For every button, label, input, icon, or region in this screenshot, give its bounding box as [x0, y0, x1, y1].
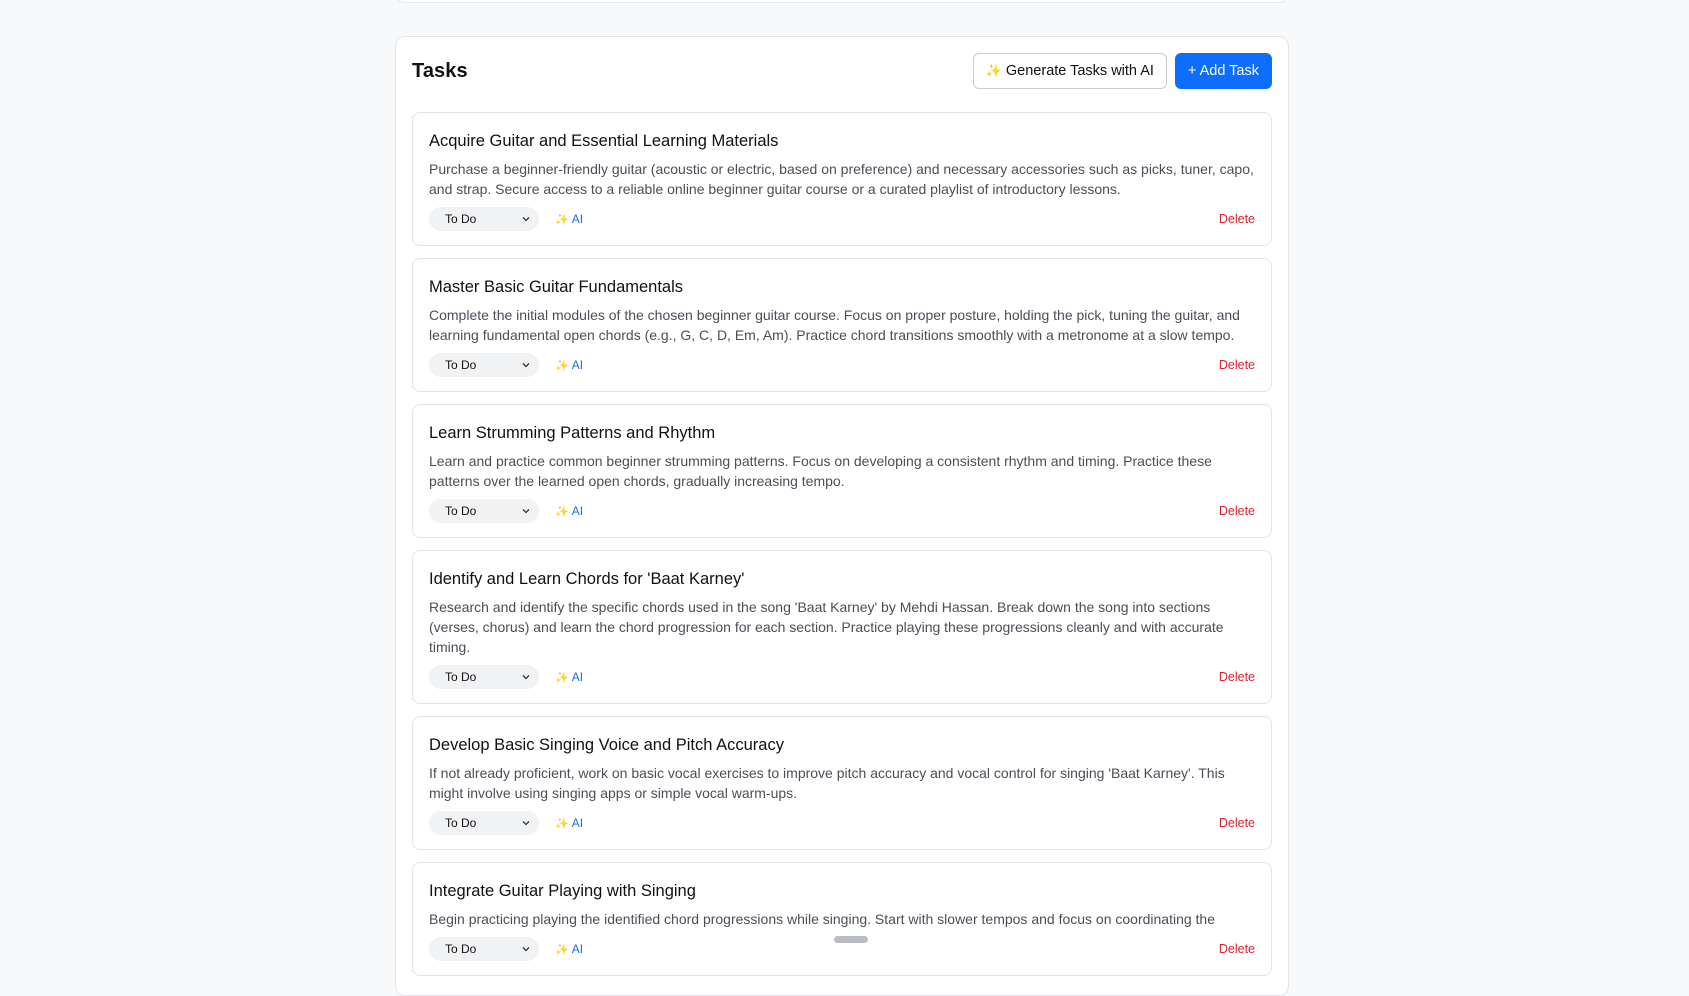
ai-label: AI	[571, 942, 584, 956]
delete-button[interactable]: Delete	[1219, 358, 1255, 372]
task-card: Acquire Guitar and Essential Learning Ma…	[412, 112, 1272, 246]
generate-tasks-label: Generate Tasks with AI	[1005, 63, 1154, 79]
scroll-handle[interactable]	[834, 936, 868, 943]
status-value: To Do	[445, 942, 477, 956]
ai-button[interactable]: ✨ AI	[555, 670, 583, 684]
ai-label: AI	[571, 504, 584, 518]
task-title: Develop Basic Singing Voice and Pitch Ac…	[429, 736, 784, 754]
ai-button[interactable]: ✨ AI	[555, 358, 583, 372]
task-description: Learn and practice common beginner strum…	[429, 453, 1212, 489]
task-card: Identify and Learn Chords for 'Baat Karn…	[412, 550, 1272, 704]
status-select[interactable]: To Do	[429, 937, 539, 961]
sparkle-icon: ✨	[555, 213, 569, 226]
task-description: Purchase a beginner-friendly guitar (aco…	[429, 161, 1254, 197]
task-title: Master Basic Guitar Fundamentals	[429, 278, 684, 296]
add-task-button[interactable]: + Add Task	[1174, 53, 1272, 89]
task-controls: To Do ✨ AI	[429, 207, 583, 231]
status-select[interactable]: To Do	[429, 811, 539, 835]
task-card: Integrate Guitar Playing with Singing Be…	[412, 862, 1272, 976]
task-card: Learn Strumming Patterns and Rhythm Lear…	[412, 404, 1272, 538]
status-select[interactable]: To Do	[429, 665, 539, 689]
delete-button[interactable]: Delete	[1219, 212, 1255, 226]
task-controls: To Do ✨ AI	[429, 937, 583, 961]
task-footer: To Do ✨ AI Delete	[429, 665, 1255, 689]
task-card: Develop Basic Singing Voice and Pitch Ac…	[412, 716, 1272, 850]
task-description: Complete the initial modules of the chos…	[429, 307, 1240, 343]
ai-label: AI	[571, 358, 584, 372]
task-footer: To Do ✨ AI Delete	[429, 811, 1255, 835]
ai-label: AI	[571, 816, 584, 830]
status-select[interactable]: To Do	[429, 207, 539, 231]
ai-label: AI	[571, 212, 584, 226]
generate-tasks-button[interactable]: ✨ Generate Tasks with AI	[972, 53, 1167, 89]
chevron-down-icon	[522, 675, 530, 680]
task-title: Integrate Guitar Playing with Singing	[429, 882, 696, 900]
ai-button[interactable]: ✨ AI	[555, 504, 583, 518]
task-title: Acquire Guitar and Essential Learning Ma…	[429, 132, 779, 150]
sparkle-icon: ✨	[555, 671, 569, 684]
status-value: To Do	[445, 212, 477, 226]
status-value: To Do	[445, 816, 477, 830]
status-select[interactable]: To Do	[429, 353, 539, 377]
chevron-down-icon	[522, 363, 530, 368]
chevron-down-icon	[522, 821, 530, 826]
task-title: Learn Strumming Patterns and Rhythm	[429, 424, 716, 442]
chevron-down-icon	[522, 217, 530, 222]
status-value: To Do	[445, 504, 477, 518]
task-controls: To Do ✨ AI	[429, 811, 583, 835]
task-footer: To Do ✨ AI Delete	[429, 207, 1255, 231]
ai-button[interactable]: ✨ AI	[555, 212, 583, 226]
task-controls: To Do ✨ AI	[429, 665, 583, 689]
status-value: To Do	[445, 358, 477, 372]
task-footer: To Do ✨ AI Delete	[429, 499, 1255, 523]
chevron-down-icon	[522, 509, 530, 514]
header-actions: ✨ Generate Tasks with AI + Add Task	[972, 53, 1272, 89]
task-footer: To Do ✨ AI Delete	[429, 353, 1255, 377]
tasks-panel: Tasks ✨ Generate Tasks with AI + Add Tas…	[395, 36, 1289, 996]
task-description: Research and identify the specific chord…	[429, 599, 1224, 655]
task-description: Begin practicing playing the identified …	[429, 911, 1216, 927]
task-title: Identify and Learn Chords for 'Baat Karn…	[429, 570, 745, 588]
delete-button[interactable]: Delete	[1219, 816, 1255, 830]
task-card: Master Basic Guitar Fundamentals Complet…	[412, 258, 1272, 392]
delete-button[interactable]: Delete	[1219, 504, 1255, 518]
delete-button[interactable]: Delete	[1219, 942, 1255, 956]
chevron-down-icon	[522, 947, 530, 952]
sparkle-icon: ✨	[555, 505, 569, 518]
status-select[interactable]: To Do	[429, 499, 539, 523]
task-list: Acquire Guitar and Essential Learning Ma…	[412, 112, 1272, 976]
task-controls: To Do ✨ AI	[429, 499, 583, 523]
sparkle-icon: ✨	[555, 817, 569, 830]
ai-button[interactable]: ✨ AI	[555, 816, 583, 830]
ai-label: AI	[571, 670, 584, 684]
task-description: If not already proficient, work on basic…	[429, 765, 1225, 801]
status-value: To Do	[445, 670, 477, 684]
tasks-header: Tasks ✨ Generate Tasks with AI + Add Tas…	[412, 53, 1272, 89]
previous-card	[395, 0, 1289, 3]
sparkle-icon: ✨	[555, 943, 569, 956]
delete-button[interactable]: Delete	[1219, 670, 1255, 684]
task-controls: To Do ✨ AI	[429, 353, 583, 377]
ai-button[interactable]: ✨ AI	[555, 942, 583, 956]
sparkle-icon: ✨	[555, 359, 569, 372]
sparkle-icon: ✨	[985, 63, 1002, 78]
panel-title: Tasks	[412, 59, 468, 82]
